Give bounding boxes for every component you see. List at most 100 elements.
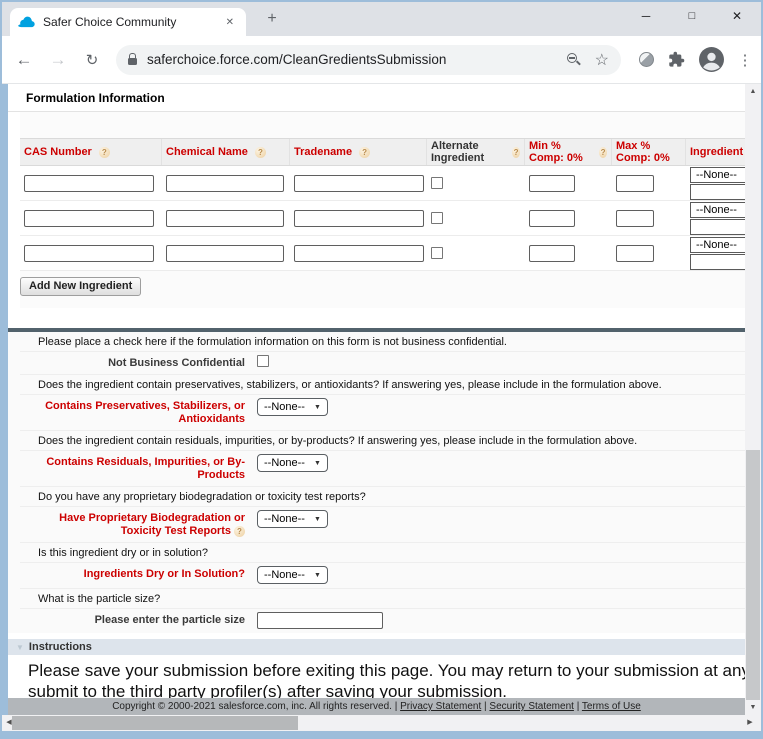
- scroll-up-icon[interactable]: ▲: [745, 84, 761, 99]
- instructions-section-header[interactable]: ▼ Instructions: [8, 639, 745, 655]
- question-row: Not Business Confidential: [20, 352, 745, 375]
- min-comp-input[interactable]: [529, 175, 575, 192]
- lock-icon[interactable]: [128, 58, 137, 65]
- add-new-ingredient-button[interactable]: Add New Ingredient: [20, 277, 141, 296]
- extension-circle-icon[interactable]: [639, 52, 654, 67]
- contains-preservatives-select[interactable]: --None--▼: [257, 398, 328, 416]
- not-business-confidential-checkbox[interactable]: [257, 355, 269, 367]
- tradename-input[interactable]: [294, 175, 424, 192]
- particle-size-input[interactable]: [257, 612, 383, 629]
- privacy-statement-link[interactable]: Privacy Statement: [400, 701, 481, 712]
- new-tab-button[interactable]: +: [260, 7, 284, 31]
- contains-residuals-select[interactable]: --None--▼: [257, 454, 328, 472]
- question-prompt: Do you have any proprietary biodegradati…: [20, 487, 745, 507]
- tradename-input[interactable]: [294, 245, 424, 262]
- max-comp-input[interactable]: [616, 175, 654, 192]
- vertical-scrollbar[interactable]: ▲ ▼: [745, 84, 761, 715]
- scroll-right-icon[interactable]: ▶: [743, 715, 757, 731]
- reload-icon[interactable]: ↻: [80, 51, 104, 69]
- help-icon[interactable]: ?: [99, 147, 110, 158]
- column-header-cas: CAS Number?: [20, 139, 162, 165]
- terms-of-use-link[interactable]: Terms of Use: [582, 701, 641, 712]
- alternate-ingredient-checkbox[interactable]: [431, 212, 443, 224]
- dry-or-solution-select[interactable]: --None--▼: [257, 566, 328, 584]
- min-comp-input[interactable]: [529, 210, 575, 227]
- column-header-max-comp: Max % Comp: 0%: [612, 139, 686, 165]
- help-icon[interactable]: ?: [359, 147, 370, 158]
- footer-separator: |: [577, 701, 580, 712]
- help-icon[interactable]: ?: [255, 147, 266, 158]
- horizontal-scrollbar-thumb[interactable]: [12, 716, 298, 730]
- security-statement-link[interactable]: Security Statement: [489, 701, 573, 712]
- window-maximize-button[interactable]: □: [675, 2, 709, 30]
- questions-section: Please place a check here if the formula…: [8, 328, 745, 633]
- forward-icon[interactable]: →: [46, 50, 70, 70]
- question-prompt: Does the ingredient contain preservative…: [20, 375, 745, 395]
- disclosure-triangle-icon[interactable]: ▼: [16, 643, 24, 652]
- url-text: saferchoice.force.com/CleanGredientsSubm…: [147, 52, 567, 67]
- back-icon[interactable]: ←: [12, 50, 36, 70]
- footer-separator: |: [395, 701, 398, 712]
- ingredient-row: --None--: [20, 166, 745, 201]
- question-row: Contains Preservatives, Stabilizers, or …: [20, 395, 745, 431]
- browser-window: Safer Choice Community ✕ + ─ □ ✕ ← → ↻ s…: [0, 0, 763, 739]
- window-minimize-button[interactable]: ─: [629, 2, 663, 30]
- browser-toolbar: ← → ↻ saferchoice.force.com/CleanGredien…: [2, 36, 761, 84]
- help-icon[interactable]: ?: [234, 526, 245, 537]
- ingredient-class-select[interactable]: --None--: [690, 167, 745, 183]
- address-bar[interactable]: saferchoice.force.com/CleanGredientsSubm…: [116, 45, 621, 75]
- ingredient-class-other-input[interactable]: [690, 184, 745, 200]
- question-prompt: What is the particle size?: [20, 589, 745, 609]
- field-label: Have Proprietary Biodegradation or Toxic…: [20, 510, 245, 538]
- cas-number-input[interactable]: [24, 245, 154, 262]
- page-title: Formulation Information: [8, 84, 745, 112]
- scroll-down-icon[interactable]: ▼: [745, 700, 761, 715]
- ingredient-class-other-input[interactable]: [690, 254, 745, 270]
- ingredient-class-select[interactable]: --None--: [690, 237, 745, 253]
- chevron-down-icon: ▼: [314, 516, 321, 523]
- chemical-name-input[interactable]: [166, 210, 284, 227]
- bookmark-star-icon[interactable]: ☆: [595, 50, 609, 70]
- extensions-puzzle-icon[interactable]: [668, 51, 685, 68]
- profile-avatar[interactable]: [699, 47, 724, 72]
- zoom-out-icon[interactable]: [567, 53, 581, 67]
- horizontal-scrollbar[interactable]: ◀ ▶: [2, 715, 761, 731]
- copyright-text: Copyright © 2000-2021 salesforce.com, in…: [112, 701, 392, 712]
- window-close-button[interactable]: ✕: [720, 2, 754, 30]
- question-row: Have Proprietary Biodegradation or Toxic…: [20, 507, 745, 543]
- cas-number-input[interactable]: [24, 210, 154, 227]
- tab-title: Safer Choice Community: [43, 15, 222, 29]
- ingredient-class-select[interactable]: --None--: [690, 202, 745, 218]
- instructions-header-label: Instructions: [29, 641, 92, 653]
- formulation-table-section: CAS Number? Chemical Name? Tradename? Al…: [20, 112, 745, 308]
- max-comp-input[interactable]: [616, 210, 654, 227]
- chevron-down-icon: ▼: [314, 460, 321, 467]
- max-comp-input[interactable]: [616, 245, 654, 262]
- chevron-down-icon: ▼: [314, 404, 321, 411]
- section-gap: [20, 308, 745, 328]
- field-label: Contains Preservatives, Stabilizers, or …: [20, 398, 245, 426]
- chemical-name-input[interactable]: [166, 175, 284, 192]
- biodegradation-reports-select[interactable]: --None--▼: [257, 510, 328, 528]
- browser-menu-icon[interactable]: ⋮: [736, 51, 754, 69]
- alternate-ingredient-checkbox[interactable]: [431, 247, 443, 259]
- question-row: Please enter the particle size: [20, 609, 745, 633]
- help-icon[interactable]: ?: [512, 147, 520, 158]
- min-comp-input[interactable]: [529, 245, 575, 262]
- browser-tab[interactable]: Safer Choice Community ✕: [10, 8, 246, 36]
- field-label: Not Business Confidential: [20, 355, 245, 370]
- column-header-min-comp: Min % Comp: 0%?: [525, 139, 612, 165]
- tab-close-icon[interactable]: ✕: [222, 15, 238, 30]
- alternate-ingredient-checkbox[interactable]: [431, 177, 443, 189]
- help-icon[interactable]: ?: [599, 147, 607, 158]
- ingredient-class-other-input[interactable]: [690, 219, 745, 235]
- column-header-alternate-ingredient: Alternate Ingredient?: [427, 139, 525, 165]
- ingredient-row: --None--: [20, 201, 745, 236]
- cas-number-input[interactable]: [24, 175, 154, 192]
- vertical-scrollbar-thumb[interactable]: [746, 450, 760, 700]
- chemical-name-input[interactable]: [166, 245, 284, 262]
- field-label: Contains Residuals, Impurities, or By-Pr…: [20, 454, 245, 482]
- tradename-input[interactable]: [294, 210, 424, 227]
- question-row: Ingredients Dry or In Solution? --None--…: [20, 563, 745, 589]
- field-label: Please enter the particle size: [20, 612, 245, 627]
